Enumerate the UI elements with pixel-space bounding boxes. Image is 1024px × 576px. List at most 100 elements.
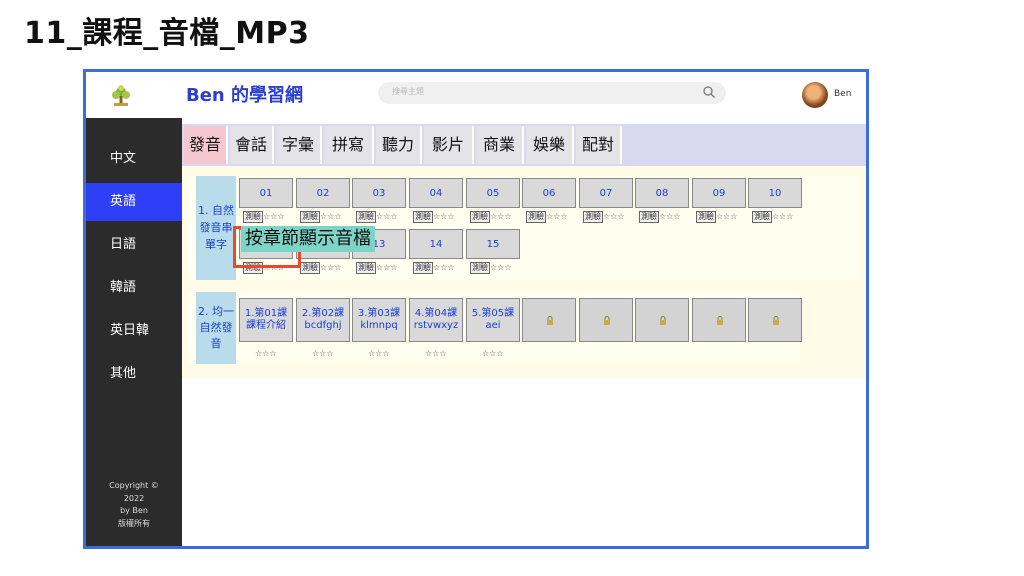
- lesson-audio-button[interactable]: 01: [239, 178, 293, 208]
- quiz-row: 測驗 ☆☆☆: [696, 211, 738, 223]
- search-bar[interactable]: 搜尋主題: [378, 82, 726, 104]
- copyright-line: 2022: [123, 493, 145, 503]
- lesson-audio-button[interactable]: 07: [579, 178, 633, 208]
- tab-entertainment[interactable]: 娛樂: [526, 126, 574, 164]
- rating-stars: ☆☆☆: [376, 212, 398, 221]
- search-placeholder: 搜尋主題: [392, 87, 424, 96]
- lesson-audio-button[interactable]: 06: [522, 178, 576, 208]
- lesson-audio-button[interactable]: 08: [635, 178, 689, 208]
- quiz-button[interactable]: 測驗: [300, 211, 320, 223]
- rating-stars: ☆☆☆: [716, 212, 738, 221]
- quiz-row: 測驗 ☆☆☆: [356, 211, 398, 223]
- sidebar-item-chinese[interactable]: 中文: [86, 140, 182, 178]
- section-label-line: 1. 自然: [198, 204, 234, 217]
- lock-icon: [660, 316, 666, 325]
- browser-frame: Ben 的學習網 搜尋主題 Ben 中文 英語 日語 韓語 英日韓 其他 Cop…: [83, 69, 869, 549]
- lesson-video-button[interactable]: 2.第02課 bcdfghj: [296, 298, 350, 342]
- tab-pronunciation[interactable]: 發音: [184, 126, 228, 164]
- quiz-button[interactable]: 測驗: [356, 211, 376, 223]
- lesson-audio-button[interactable]: 03: [352, 178, 406, 208]
- search-icon[interactable]: [702, 85, 716, 99]
- quiz-row: 測驗 ☆☆☆: [243, 211, 285, 223]
- quiz-row: 測驗 ☆☆☆: [413, 262, 455, 274]
- slide-title: 11_課程_音檔_MP3: [24, 16, 310, 51]
- quiz-button[interactable]: 測驗: [413, 262, 433, 274]
- lesson-number: 3.第03課: [357, 308, 401, 319]
- quiz-button[interactable]: 測驗: [300, 262, 320, 274]
- quiz-button[interactable]: 測驗: [356, 262, 376, 274]
- sidebar-item-korean[interactable]: 韓語: [86, 269, 182, 307]
- tree-logo-icon[interactable]: [108, 84, 134, 108]
- lesson-number: 5.第05課: [471, 308, 515, 319]
- quiz-row: 測驗 ☆☆☆: [300, 211, 342, 223]
- lesson-audio-button[interactable]: 10: [748, 178, 802, 208]
- user-name[interactable]: Ben: [834, 89, 851, 99]
- lesson-audio-button[interactable]: 14: [409, 229, 463, 259]
- quiz-button[interactable]: 測驗: [470, 262, 490, 274]
- quiz-row: 測驗 ☆☆☆: [413, 211, 455, 223]
- tab-business[interactable]: 商業: [476, 126, 524, 164]
- rating-stars: ☆☆☆: [546, 212, 568, 221]
- top-bar: Ben 的學習網 搜尋主題 Ben: [86, 72, 866, 118]
- quiz-row: 測驗 ☆☆☆: [752, 211, 794, 223]
- locked-lesson-button[interactable]: [579, 298, 633, 342]
- locked-lesson-button[interactable]: [748, 298, 802, 342]
- lesson-audio-button[interactable]: 09: [692, 178, 746, 208]
- rating-stars: ☆☆☆: [603, 212, 625, 221]
- sidebar-item-multi[interactable]: 英日韓: [86, 312, 182, 350]
- lesson-audio-button[interactable]: 02: [296, 178, 350, 208]
- tab-bar: 發音 會話 字彙 拼寫 聽力 影片 商業 娛樂 配對: [182, 124, 866, 166]
- rating-stars: ☆☆☆: [772, 212, 794, 221]
- avatar[interactable]: [802, 82, 828, 108]
- lesson-audio-button[interactable]: 05: [466, 178, 520, 208]
- rating-stars: ☆☆☆: [320, 212, 342, 221]
- copyright-line: by Ben: [120, 506, 148, 515]
- rating-stars: ☆☆☆: [490, 212, 512, 221]
- quiz-button[interactable]: 測驗: [583, 211, 603, 223]
- quiz-row: 測驗 ☆☆☆: [356, 262, 398, 274]
- rating-stars: ☆☆☆: [263, 212, 285, 221]
- locked-lesson-button[interactable]: [635, 298, 689, 342]
- rating-stars: ☆☆☆: [490, 263, 512, 272]
- site-title[interactable]: Ben 的學習網: [186, 81, 303, 107]
- tab-conversation[interactable]: 會話: [230, 126, 274, 164]
- sidebar-item-english[interactable]: 英語: [86, 183, 182, 221]
- tab-spelling[interactable]: 拼寫: [324, 126, 374, 164]
- lesson-video-button[interactable]: 4.第04課 rstvwxyz: [409, 298, 463, 342]
- lesson-audio-button[interactable]: 15: [466, 229, 520, 259]
- quiz-button[interactable]: 測驗: [243, 211, 263, 223]
- annotation-label: 按章節顯示音檔: [241, 226, 375, 252]
- tab-matching[interactable]: 配對: [576, 126, 622, 164]
- tab-listening[interactable]: 聽力: [376, 126, 422, 164]
- rating-stars: ☆☆☆: [368, 349, 390, 358]
- lesson-topic: 課程介紹: [246, 320, 286, 331]
- quiz-row: 測驗 ☆☆☆: [526, 211, 568, 223]
- quiz-button[interactable]: 測驗: [639, 211, 659, 223]
- quiz-button[interactable]: 測驗: [413, 211, 433, 223]
- lesson-topic: klmnpq: [360, 320, 398, 331]
- quiz-button[interactable]: 測驗: [526, 211, 546, 223]
- sidebar: 中文 英語 日語 韓語 英日韓 其他 Copyright © 2022 by B…: [86, 118, 182, 546]
- lock-icon: [604, 316, 610, 325]
- locked-lesson-button[interactable]: [522, 298, 576, 342]
- locked-lesson-button[interactable]: [692, 298, 746, 342]
- quiz-row: 測驗 ☆☆☆: [470, 211, 512, 223]
- lesson-audio-button[interactable]: 04: [409, 178, 463, 208]
- sidebar-item-japanese[interactable]: 日語: [86, 226, 182, 264]
- sidebar-item-other[interactable]: 其他: [86, 355, 182, 393]
- lesson-video-button[interactable]: 1.第01課 課程介紹: [239, 298, 293, 342]
- section-label-line: 單字: [205, 238, 227, 251]
- lesson-video-button[interactable]: 5.第05課 aei: [466, 298, 520, 342]
- copyright-line: 版權所有: [118, 518, 150, 528]
- copyright-line: Copyright ©: [109, 481, 159, 490]
- lesson-video-button[interactable]: 3.第03課 klmnpq: [352, 298, 406, 342]
- tab-vocabulary[interactable]: 字彙: [276, 126, 322, 164]
- rating-stars: ☆☆☆: [320, 263, 342, 272]
- section-label-line: 自然發: [199, 321, 233, 334]
- quiz-button[interactable]: 測驗: [470, 211, 490, 223]
- quiz-button[interactable]: 測驗: [696, 211, 716, 223]
- tab-video[interactable]: 影片: [424, 126, 474, 164]
- quiz-row: 測驗 ☆☆☆: [470, 262, 512, 274]
- quiz-button[interactable]: 測驗: [752, 211, 772, 223]
- section-label-line: 2. 均一: [198, 305, 234, 318]
